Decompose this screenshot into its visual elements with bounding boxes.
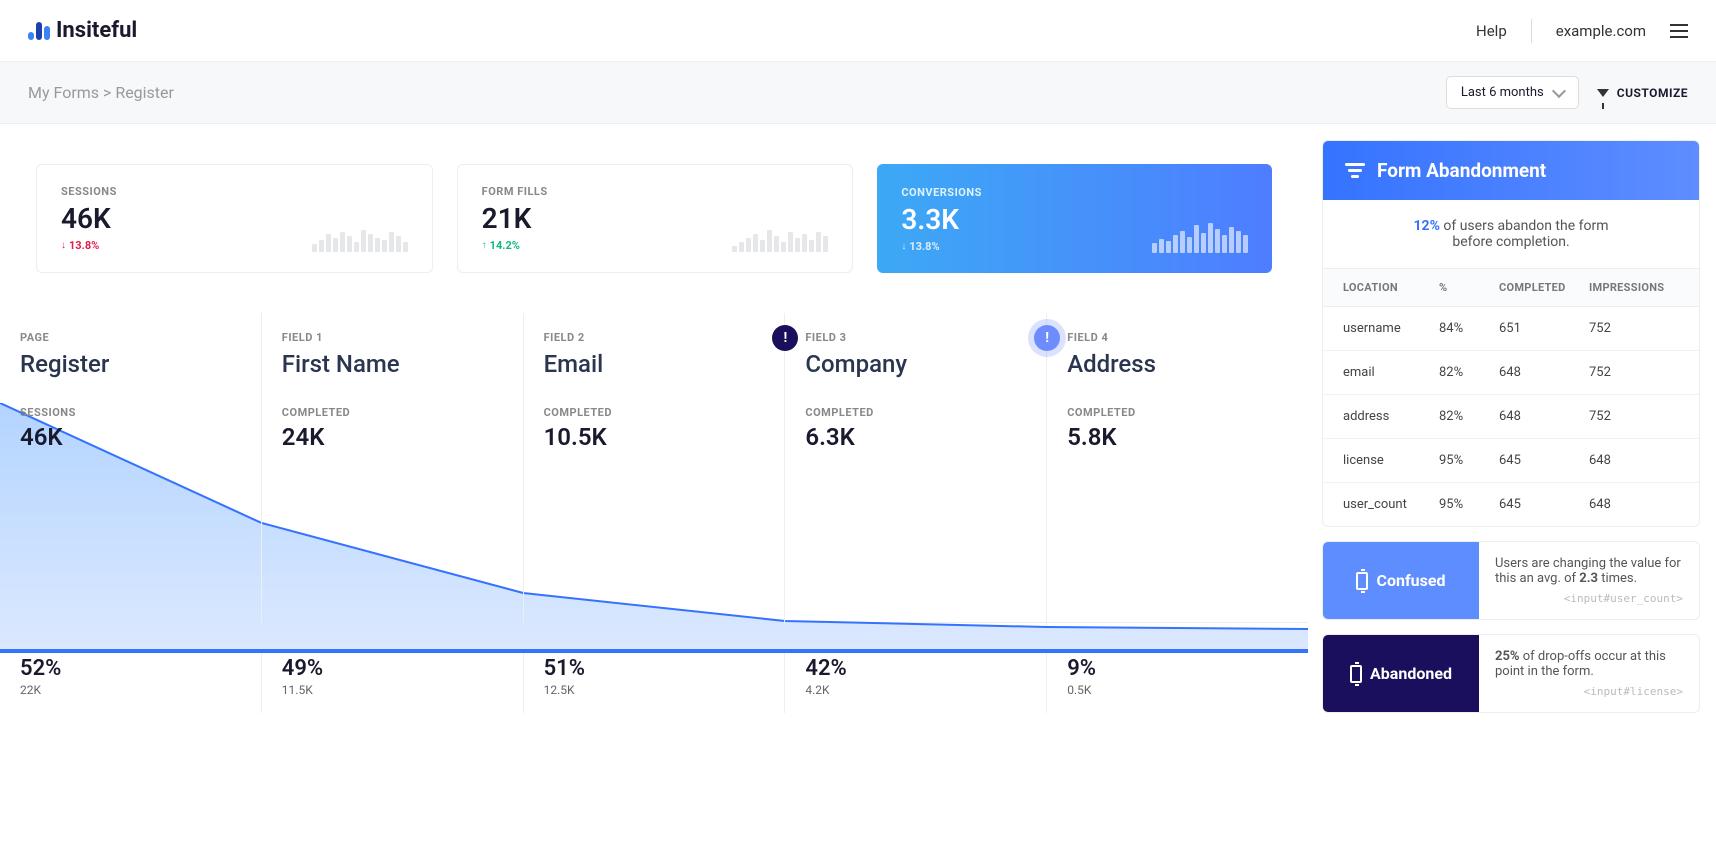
confused-insight[interactable]: Confused Users are changing the value fo… — [1322, 541, 1700, 620]
date-range-select[interactable]: Last 6 months — [1446, 76, 1579, 109]
table-row[interactable]: email82%648752 — [1323, 351, 1699, 395]
table-row[interactable]: license95%645648 — [1323, 439, 1699, 483]
funnel-chart: PAGERegisterSESSIONS46KFIELD 1First Name… — [0, 313, 1308, 713]
table-row[interactable]: username84%651752 — [1323, 307, 1699, 351]
stat-card[interactable]: FORM FILLS21K↑14.2% — [457, 164, 854, 273]
customize-button[interactable]: CUSTOMIZE — [1597, 86, 1688, 100]
abandonment-summary: 12% of users abandon the form before com… — [1323, 200, 1699, 269]
abandoned-text: 25% of drop-offs occur at this point in … — [1479, 635, 1699, 712]
funnel-icon — [1345, 163, 1365, 178]
abandonment-table-head: LOCATION % COMPLETED IMPRESSIONS — [1323, 269, 1699, 307]
confused-text: Users are changing the value for this an… — [1479, 542, 1699, 619]
table-row[interactable]: user_count95%645648 — [1323, 483, 1699, 526]
funnel-column[interactable]: PAGERegisterSESSIONS46K — [0, 313, 261, 623]
text-cursor-icon — [1356, 572, 1368, 590]
date-range-label: Last 6 months — [1461, 85, 1544, 100]
subheader: My Forms > Register Last 6 months CUSTOM… — [0, 62, 1716, 124]
logo-icon — [28, 22, 50, 40]
left-pane: SESSIONS46K↓13.8%FORM FILLS21K↑14.2%CONV… — [0, 124, 1308, 743]
abandonment-panel: Form Abandonment 12% of users abandon th… — [1322, 140, 1700, 527]
abandonment-table-body: username84%651752email82%648752address82… — [1323, 307, 1699, 526]
funnel-columns: PAGERegisterSESSIONS46KFIELD 1First Name… — [0, 313, 1308, 623]
funnel-column[interactable]: FIELD 1First NameCOMPLETED24K — [261, 313, 523, 623]
filter-icon — [1597, 89, 1609, 97]
sparkline — [1152, 217, 1248, 253]
logo[interactable]: Insiteful — [28, 18, 137, 43]
abandonment-title: Form Abandonment — [1377, 159, 1546, 182]
abandoned-badge: Abandoned — [1323, 635, 1479, 712]
customize-label: CUSTOMIZE — [1617, 86, 1688, 100]
confused-badge: Confused — [1323, 542, 1479, 619]
table-row[interactable]: address82%648752 — [1323, 395, 1699, 439]
brand-name: Insiteful — [56, 18, 137, 43]
stat-card[interactable]: CONVERSIONS3.3K↓13.8% — [877, 164, 1272, 273]
sparkline — [312, 216, 408, 252]
abandoned-insight[interactable]: Abandoned 25% of drop-offs occur at this… — [1322, 634, 1700, 713]
abandonment-header: Form Abandonment — [1323, 141, 1699, 200]
stat-card[interactable]: SESSIONS46K↓13.8% — [36, 164, 433, 273]
divider — [1531, 19, 1532, 43]
funnel-column[interactable]: !FIELD 2EmailCOMPLETED10.5K — [523, 313, 785, 623]
main: SESSIONS46K↓13.8%FORM FILLS21K↑14.2%CONV… — [0, 124, 1716, 743]
app-header: Insiteful Help example.com — [0, 0, 1716, 62]
right-pane: Form Abandonment 12% of users abandon th… — [1322, 124, 1716, 743]
header-right: Help example.com — [1476, 19, 1688, 43]
subheader-controls: Last 6 months CUSTOMIZE — [1446, 76, 1688, 109]
help-link[interactable]: Help — [1476, 22, 1507, 40]
funnel-column[interactable]: !FIELD 3CompanyCOMPLETED6.3K — [784, 313, 1046, 623]
text-cursor-icon — [1350, 665, 1362, 683]
domain-link[interactable]: example.com — [1556, 22, 1646, 40]
stat-cards: SESSIONS46K↓13.8%FORM FILLS21K↑14.2%CONV… — [0, 144, 1308, 293]
sparkline — [732, 216, 828, 252]
abandonment-pct: 12% — [1414, 218, 1440, 234]
funnel-column[interactable]: FIELD 4AddressCOMPLETED5.8K — [1046, 313, 1308, 623]
chevron-down-icon — [1552, 83, 1566, 97]
breadcrumb[interactable]: My Forms > Register — [28, 83, 174, 102]
alert-icon[interactable]: ! — [1034, 325, 1060, 351]
menu-icon[interactable] — [1670, 24, 1688, 38]
